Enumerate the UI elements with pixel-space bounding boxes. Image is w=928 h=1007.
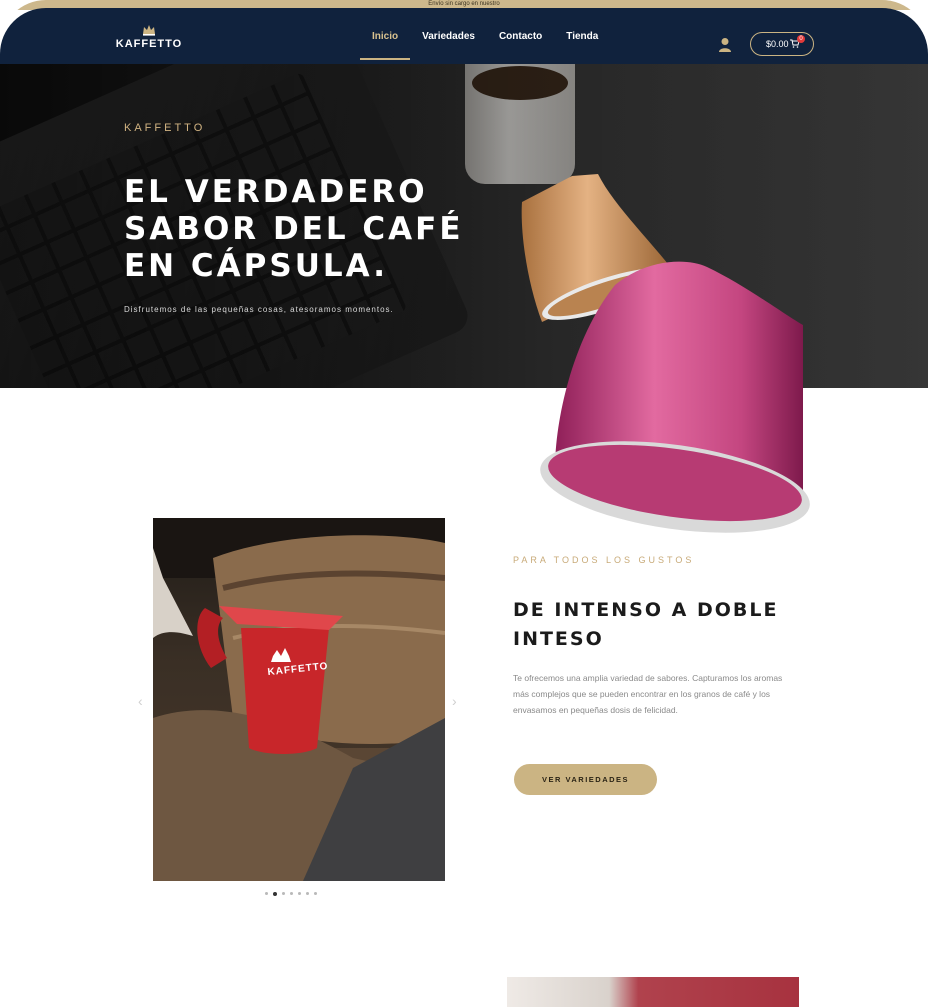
nav-link-tienda[interactable]: Tienda [554, 30, 610, 60]
section-eyebrow: PARA TODOS LOS GUSTOS [513, 555, 695, 565]
chevron-left-icon[interactable]: ‹ [138, 693, 148, 709]
nav-link-contacto[interactable]: Contacto [487, 30, 554, 60]
primary-nav: Inicio Variedades Contacto Tienda [360, 30, 610, 60]
section-body: Te ofrecemos una amplia variedad de sabo… [513, 673, 783, 715]
hero-subtitle: Disfrutemos de las pequeñas cosas, ateso… [124, 305, 394, 314]
carousel-dots [265, 891, 335, 898]
chevron-right-icon[interactable]: › [452, 693, 462, 709]
brand-name: KAFFETTO [115, 38, 183, 50]
carousel-dot[interactable] [298, 892, 301, 895]
product-carousel-image [153, 518, 445, 881]
view-varieties-button[interactable]: VER VARIEDADES [514, 764, 657, 795]
carousel-dot[interactable] [265, 892, 268, 895]
main-navbar: KAFFETTO Inicio Variedades Contacto Tien… [0, 8, 928, 64]
cart-total: $0.00 [766, 39, 789, 49]
brand-logo[interactable]: KAFFETTO [112, 24, 186, 54]
mug-on-log-photo [153, 518, 445, 881]
cart-count-badge: 0 [797, 35, 805, 43]
carousel-dot[interactable] [306, 892, 309, 895]
next-section-photo [507, 977, 799, 1007]
carousel-dot[interactable] [314, 892, 317, 895]
section-title: DE INTENSO A DOBLE INTESO [513, 599, 779, 650]
carousel-dot[interactable] [290, 892, 293, 895]
user-icon[interactable] [718, 37, 732, 53]
cart-button[interactable]: $0.00 0 [750, 32, 814, 56]
carousel-dot[interactable] [282, 892, 285, 895]
hero-title: EL VERDADERO SABOR DEL CAFÉ EN CÁPSULA. [124, 174, 464, 284]
page-frame: Envío sin cargo en nuestro KAFFETTO Inic… [0, 0, 928, 940]
pink-capsule-image [540, 261, 810, 533]
nav-link-variedades[interactable]: Variedades [410, 30, 487, 60]
carousel-dot-active[interactable] [273, 891, 277, 896]
crown-logo-icon [143, 25, 155, 36]
hero-eyebrow: KAFFETTO [124, 122, 206, 134]
nav-link-inicio[interactable]: Inicio [360, 30, 411, 60]
